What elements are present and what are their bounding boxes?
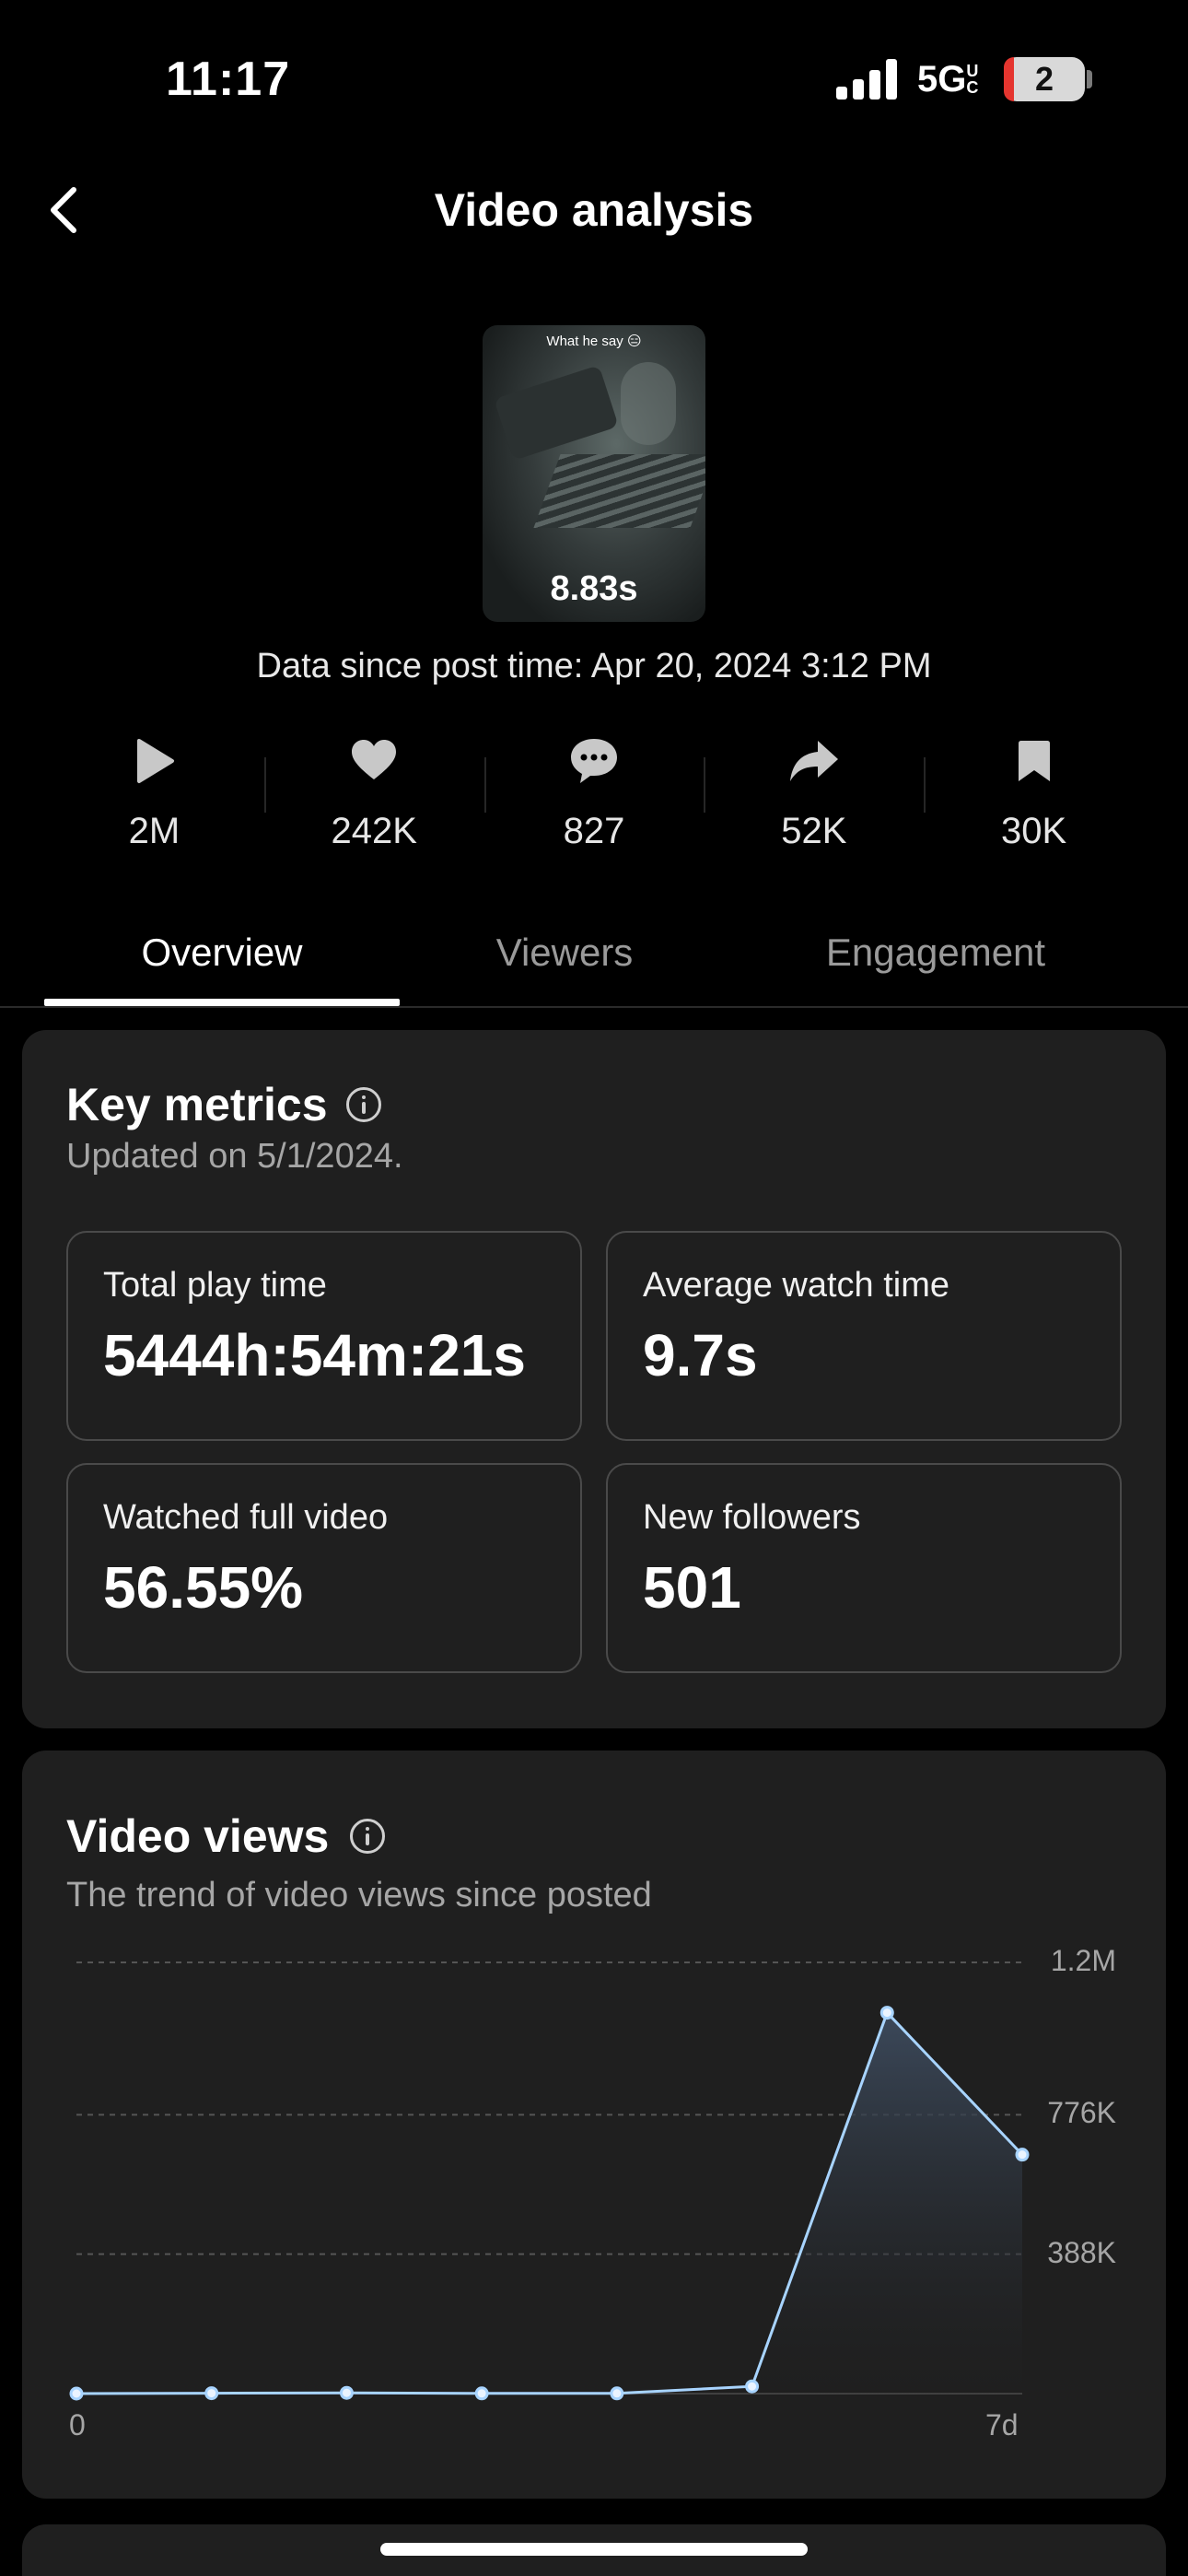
battery-level [1004,57,1014,101]
tab-viewers[interactable]: Viewers [433,912,696,1004]
metric-label: Total play time [103,1266,327,1305]
y-tick-label: 776K [1047,2096,1116,2130]
video-thumbnail[interactable]: What he say 😑 8.83s [483,325,705,622]
status-time: 11:17 [166,53,291,106]
stat-saves: 30K [924,728,1144,866]
tab-engagement[interactable]: Engagement [779,912,1092,1004]
views-area [76,2012,1022,2394]
data-point[interactable] [745,2379,760,2394]
chart-svg [69,1961,1030,2401]
stats-row: 2M 242K 827 52K 30K [44,728,1144,866]
back-button[interactable] [37,181,92,240]
metric-new-followers: New followers 501 [606,1463,1122,1673]
metric-average-watch-time: Average watch time 9.7s [606,1231,1122,1441]
data-point[interactable] [879,2006,894,2020]
x-tick-label: 7d [985,2408,1019,2441]
play-icon [137,739,175,783]
data-point[interactable] [69,2386,84,2401]
key-metrics-card: Key metrics Updated on 5/1/2024. Total p… [22,1030,1166,1728]
metric-label: Watched full video [103,1498,389,1537]
stat-value: 52K [781,811,847,851]
stat-value: 827 [563,811,625,851]
metric-value: 56.55% [103,1554,304,1621]
video-duration: 8.83s [550,569,638,608]
thumbnail-art [494,365,619,461]
metric-value: 5444h:54m:21s [103,1322,526,1388]
video-views-chart[interactable]: 388K 776K 1.2M 0 7d [22,1751,1166,2499]
stat-comments: 827 [483,728,705,866]
battery-icon: 2 [1004,57,1085,101]
stat-value: 30K [1001,811,1067,851]
metric-value: 9.7s [643,1322,758,1388]
stat-plays: 2M [44,728,264,866]
home-indicator[interactable] [380,2543,808,2556]
data-since-text: Data since post time: Apr 20, 2024 3:12 … [256,647,932,685]
stat-shares: 52K [704,728,924,866]
heart-icon [352,740,397,779]
data-point[interactable] [339,2385,354,2400]
data-point[interactable] [474,2386,489,2401]
tab-overview[interactable]: Overview [44,912,400,1004]
page-title: Video analysis [434,184,754,236]
network-label: 5G [917,59,967,100]
network-suffix: UC [966,62,979,97]
metric-value: 501 [643,1554,741,1621]
tab-bar: Overview Viewers Engagement [0,912,1188,1008]
y-tick-label: 1.2M [1050,1944,1116,1977]
thumbnail-caption: What he say 😑 [546,334,642,349]
thumbnail-art [621,362,676,445]
info-icon[interactable] [346,1087,381,1122]
battery-nub [1087,70,1092,88]
battery-text: 2 [1034,60,1054,98]
bookmark-icon [1018,741,1050,781]
video-views-card: Video views The trend of video views sin… [22,1751,1166,2499]
network-indicator: 5GUC [917,59,983,100]
tab-indicator [44,999,400,1006]
stat-value: 2M [128,811,181,851]
x-tick-label: 0 [69,2408,86,2441]
metric-watched-full-video: Watched full video 56.55% [66,1463,582,1673]
comment-icon [570,739,617,783]
key-metrics-updated: Updated on 5/1/2024. [66,1137,403,1176]
signal-icon [836,59,901,100]
metric-total-play-time: Total play time 5444h:54m:21s [66,1231,582,1441]
data-point[interactable] [610,2386,624,2401]
status-bar: 11:17 5GUC 2 [0,0,1188,157]
stat-likes: 242K [263,728,484,866]
y-tick-label: 388K [1047,2235,1116,2269]
key-metrics-title: Key metrics [66,1079,328,1130]
metric-label: New followers [643,1498,861,1537]
data-point[interactable] [1015,2148,1030,2162]
chevron-left-icon [51,187,76,233]
metric-label: Average watch time [643,1266,950,1305]
share-icon [789,741,838,781]
thumbnail-art [533,454,705,528]
data-point[interactable] [204,2386,219,2401]
stat-value: 242K [331,811,417,851]
